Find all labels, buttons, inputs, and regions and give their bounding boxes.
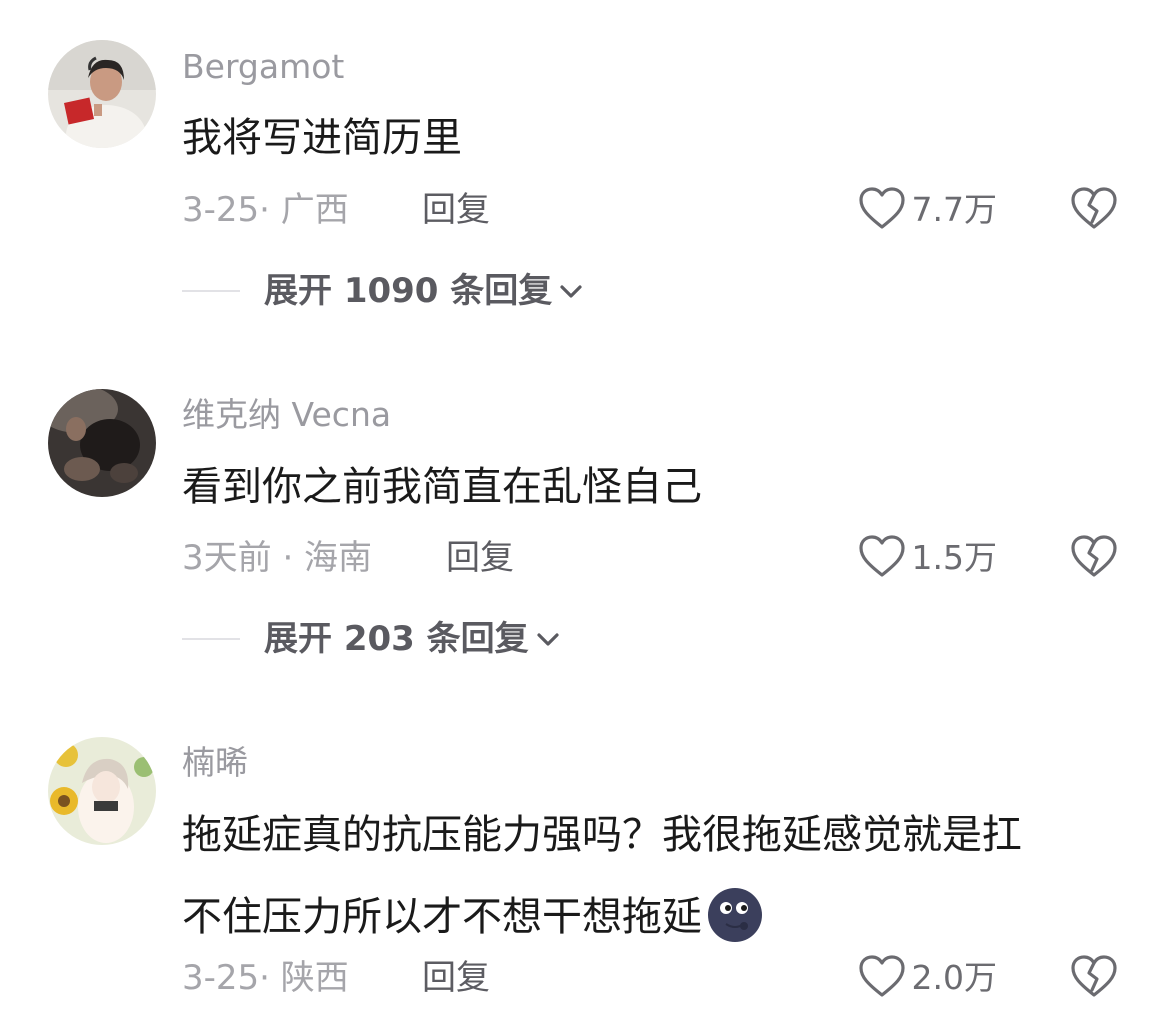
- avatar-anime-girl-icon: [48, 737, 156, 845]
- broken-heart-icon[interactable]: [1070, 954, 1118, 1000]
- new-moon-face-emoji-icon: [708, 888, 762, 942]
- comment-meta: 3-25· 陕西: [182, 958, 349, 998]
- comment-text-line-text: 不住压力所以才不想干想拖延: [182, 894, 702, 940]
- avatar[interactable]: [48, 737, 156, 845]
- comment-text-line: 不住压力所以才不想干想拖延: [182, 886, 1122, 942]
- reply-button[interactable]: 回复: [422, 961, 490, 995]
- like-count: 2.0万: [911, 957, 997, 997]
- username[interactable]: 楠晞: [182, 746, 248, 779]
- comment-item: 楠晞 拖延症真的抗压能力强吗？我很拖延感觉就是扛 不住压力所以才不想干想拖延 3…: [0, 0, 1169, 1015]
- comment-text: 拖延症真的抗压能力强吗？我很拖延感觉就是扛 不住压力所以才不想干想拖延: [182, 812, 1122, 942]
- like-button[interactable]: 2.0万: [858, 954, 997, 1000]
- heart-outline-icon: [858, 955, 905, 997]
- comment-text-line: 拖延症真的抗压能力强吗？我很拖延感觉就是扛: [182, 812, 1022, 858]
